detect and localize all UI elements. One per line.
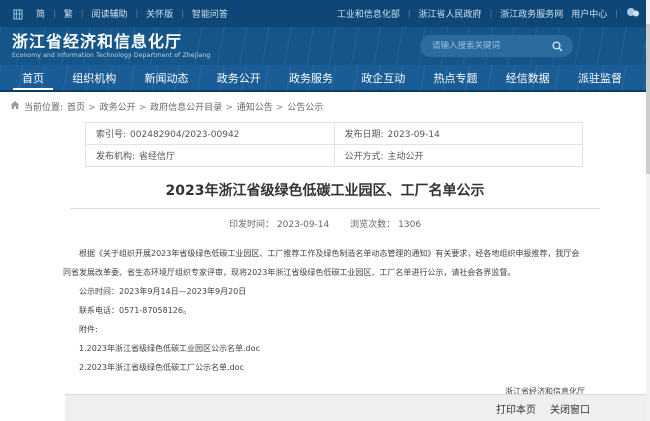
main-nav: 首页 组织机构 新闻动态 政务公开 政务服务 政企互动 热点专题 经信数据 派驻… xyxy=(0,65,650,92)
divider xyxy=(135,9,138,19)
footer-bar: 打印本页 关闭窗口 xyxy=(65,394,650,421)
print-time: 印发时间：2023-09-14 xyxy=(229,220,329,230)
contact-phone-line: 联系电话：0571-87058126。 xyxy=(63,301,585,320)
doc-meta-table: 索引号: 002482904/2023-00942 发布日期: 2023-09-14… xyxy=(85,122,583,167)
topbar-left-links: 简 繁 阅读辅助 关怀版 智能问答 xyxy=(12,7,228,20)
divider xyxy=(81,9,84,19)
scrollbar-thumb[interactable] xyxy=(646,24,650,174)
breadcrumb: 当前位置: 首页 政务公开 政府信息公开目录 通知公告 公告公示 xyxy=(0,92,650,113)
breadcrumb-item-announcements[interactable]: 公告公示 xyxy=(287,100,323,113)
divider xyxy=(53,9,56,19)
meta-cell-disclosure-method: 公开方式: 主动公开 xyxy=(334,145,583,167)
print-page-link[interactable]: 打印本页 xyxy=(496,401,536,416)
gov-emblem-icon xyxy=(12,8,24,20)
page: 简 繁 阅读辅助 关怀版 智能问答 工业和信息化部 浙江省人民政府 浙江政务服务… xyxy=(0,0,650,421)
site-banner: 浙江省经济和信息化厅 Economy and Information Techn… xyxy=(0,27,650,65)
meta-label: 索引号: xyxy=(96,130,126,140)
topbar-link-zhejiang-service[interactable]: 浙江政务服务网 xyxy=(500,7,563,20)
meta-value: 002482904/2023-00942 xyxy=(130,130,239,140)
nav-item-interaction[interactable]: 政企互动 xyxy=(361,65,405,90)
meta-value: 省经信厅 xyxy=(139,152,175,162)
article-paragraph: 根据《关于组织开展2023年省级绿色低碳工业园区、工厂推荐工作及绿色制造名单动态… xyxy=(63,244,585,282)
table-row: 索引号: 002482904/2023-00942 发布日期: 2023-09-14 xyxy=(86,123,583,145)
attachments-label: 附件: xyxy=(63,320,585,339)
article-meta-row: 印发时间：2023-09-14 浏览次数：1306 xyxy=(0,217,650,230)
topbar-link-smart-qa[interactable]: 智能问答 xyxy=(192,7,228,20)
search-input[interactable] xyxy=(420,41,552,51)
nav-item-organization[interactable]: 组织机构 xyxy=(72,65,116,90)
meta-label: 公开方式: xyxy=(345,152,384,162)
view-count: 浏览次数：1306 xyxy=(350,220,421,230)
nav-item-hot-topics[interactable]: 热点专题 xyxy=(434,65,478,90)
meta-label: 发布日期: xyxy=(345,130,384,140)
topbar: 简 繁 阅读辅助 关怀版 智能问答 工业和信息化部 浙江省人民政府 浙江政务服务… xyxy=(0,0,650,27)
divider xyxy=(181,9,184,19)
nav-item-data[interactable]: 经信数据 xyxy=(506,65,550,90)
divider xyxy=(615,9,618,19)
scrollbar[interactable] xyxy=(646,0,650,421)
attachment-link-factories[interactable]: 2.2023年浙江省级绿色低碳工厂公示名单.doc xyxy=(63,358,585,377)
breadcrumb-label: 当前位置: xyxy=(24,100,63,113)
topbar-right-links: 工业和信息化部 浙江省人民政府 浙江政务服务网 用户中心 xyxy=(337,7,640,21)
topbar-link-traditional-chinese[interactable]: 繁 xyxy=(64,7,73,20)
nav-item-gov-services[interactable]: 政务服务 xyxy=(289,65,333,90)
nav-item-news[interactable]: 新闻动态 xyxy=(145,65,189,90)
nav-item-supervision[interactable]: 派驻监督 xyxy=(578,65,622,90)
breadcrumb-item-info-catalog[interactable]: 政府信息公开目录 xyxy=(150,100,233,113)
topbar-link-miit[interactable]: 工业和信息化部 xyxy=(337,7,400,20)
topbar-link-simplified-chinese[interactable]: 简 xyxy=(36,7,45,20)
divider xyxy=(490,9,493,19)
topbar-link-user-center[interactable]: 用户中心 xyxy=(571,7,607,20)
divider xyxy=(70,208,600,209)
nav-item-home[interactable]: 首页 xyxy=(22,65,44,90)
topbar-link-reading-aid[interactable]: 阅读辅助 xyxy=(91,7,127,20)
home-icon xyxy=(10,100,20,113)
attachment-link-industrial-parks[interactable]: 1.2023年浙江省级绿色低碳工业园区公示名单.doc xyxy=(63,339,585,358)
nav-item-gov-disclosure[interactable]: 政务公开 xyxy=(217,65,261,90)
meta-cell-publish-date: 发布日期: 2023-09-14 xyxy=(334,123,583,145)
meta-cell-publisher: 发布机构: 省经信厅 xyxy=(86,145,335,167)
site-subtitle: Economy and Information Technology Depar… xyxy=(12,52,210,59)
breadcrumb-item-notices[interactable]: 通知公告 xyxy=(237,100,284,113)
divider xyxy=(408,9,411,19)
article-title: 2023年浙江省级绿色低碳工业园区、工厂名单公示 xyxy=(0,180,650,200)
topbar-link-care-version[interactable]: 关怀版 xyxy=(146,7,173,20)
site-brand: 浙江省经济和信息化厅 Economy and Information Techn… xyxy=(12,33,210,59)
site-title: 浙江省经济和信息化厅 xyxy=(12,33,210,51)
breadcrumb-item-home[interactable]: 首页 xyxy=(67,100,96,113)
publicity-period-line: 公示时间：2023年9月14日—2023年9月20日 xyxy=(63,282,585,301)
search-box[interactable] xyxy=(420,35,573,57)
table-row: 发布机构: 省经信厅 公开方式: 主动公开 xyxy=(86,145,583,167)
meta-cell-index: 索引号: 002482904/2023-00942 xyxy=(86,123,335,145)
meta-value: 2023-09-14 xyxy=(388,130,440,140)
chat-bubbles-icon[interactable] xyxy=(626,7,640,21)
close-window-link[interactable]: 关闭窗口 xyxy=(550,401,590,416)
meta-value: 主动公开 xyxy=(388,152,424,162)
topbar-link-zhejiang-gov[interactable]: 浙江省人民政府 xyxy=(419,7,482,20)
search-icon[interactable] xyxy=(552,41,563,52)
meta-label: 发布机构: xyxy=(96,152,135,162)
breadcrumb-item-gov-disclosure[interactable]: 政务公开 xyxy=(100,100,147,113)
